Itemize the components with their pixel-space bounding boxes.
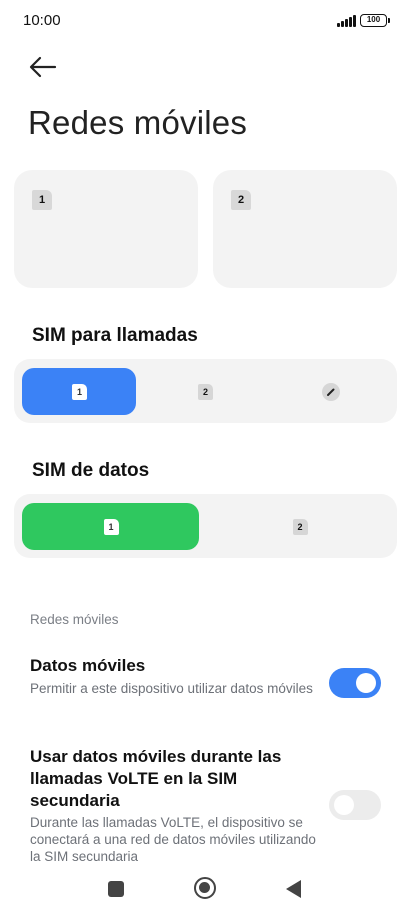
- sim-card-1[interactable]: 1: [14, 170, 198, 288]
- sim-card-2[interactable]: 2: [213, 170, 397, 288]
- mobile-data-description: Permitir a este dispositivo utilizar dat…: [30, 681, 313, 696]
- volte-data-toggle[interactable]: [329, 790, 381, 820]
- battery-icon: 100: [360, 14, 390, 27]
- volte-data-description: Durante las llamadas VoLTE, el dispositi…: [30, 815, 316, 864]
- calls-sim-option-2[interactable]: 2: [148, 368, 262, 415]
- data-sim-title: SIM de datos: [32, 460, 150, 481]
- sim-1-icon: 1: [103, 518, 119, 535]
- group-label: Redes móviles: [30, 612, 119, 627]
- sim-2-icon: 2: [292, 518, 308, 535]
- calls-sim-option-1[interactable]: 1: [22, 368, 136, 415]
- home-icon[interactable]: [194, 877, 216, 899]
- sim-2-icon: 2: [198, 383, 213, 400]
- sim-2-icon: 2: [231, 190, 251, 210]
- back-button[interactable]: [28, 54, 58, 80]
- arrow-left-icon: [29, 56, 57, 78]
- data-sim-option-1[interactable]: 1: [22, 503, 199, 550]
- recents-icon[interactable]: [108, 881, 124, 897]
- volte-data-title: Usar datos móviles durante las llamadas …: [30, 747, 282, 810]
- page-title: Redes móviles: [28, 104, 248, 141]
- toggle-knob: [334, 795, 354, 815]
- toggle-knob: [356, 673, 376, 693]
- sim-1-icon: 1: [72, 383, 87, 400]
- signal-icon: [337, 15, 356, 27]
- data-sim-selector: 1 2: [14, 494, 397, 558]
- mobile-data-toggle[interactable]: [329, 668, 381, 698]
- data-sim-option-2[interactable]: 2: [211, 503, 388, 550]
- back-triangle-icon[interactable]: [286, 880, 301, 898]
- calls-sim-selector: 1 2: [14, 359, 397, 423]
- status-time: 10:00: [23, 12, 61, 29]
- sim-1-icon: 1: [32, 190, 52, 210]
- mobile-data-title: Datos móviles: [30, 656, 146, 675]
- pencil-icon: [322, 382, 340, 401]
- calls-sim-title: SIM para llamadas: [32, 325, 198, 346]
- calls-sim-option-ask[interactable]: [274, 368, 388, 415]
- navigation-bar: [0, 868, 411, 914]
- status-bar: 10:00 100: [0, 0, 411, 44]
